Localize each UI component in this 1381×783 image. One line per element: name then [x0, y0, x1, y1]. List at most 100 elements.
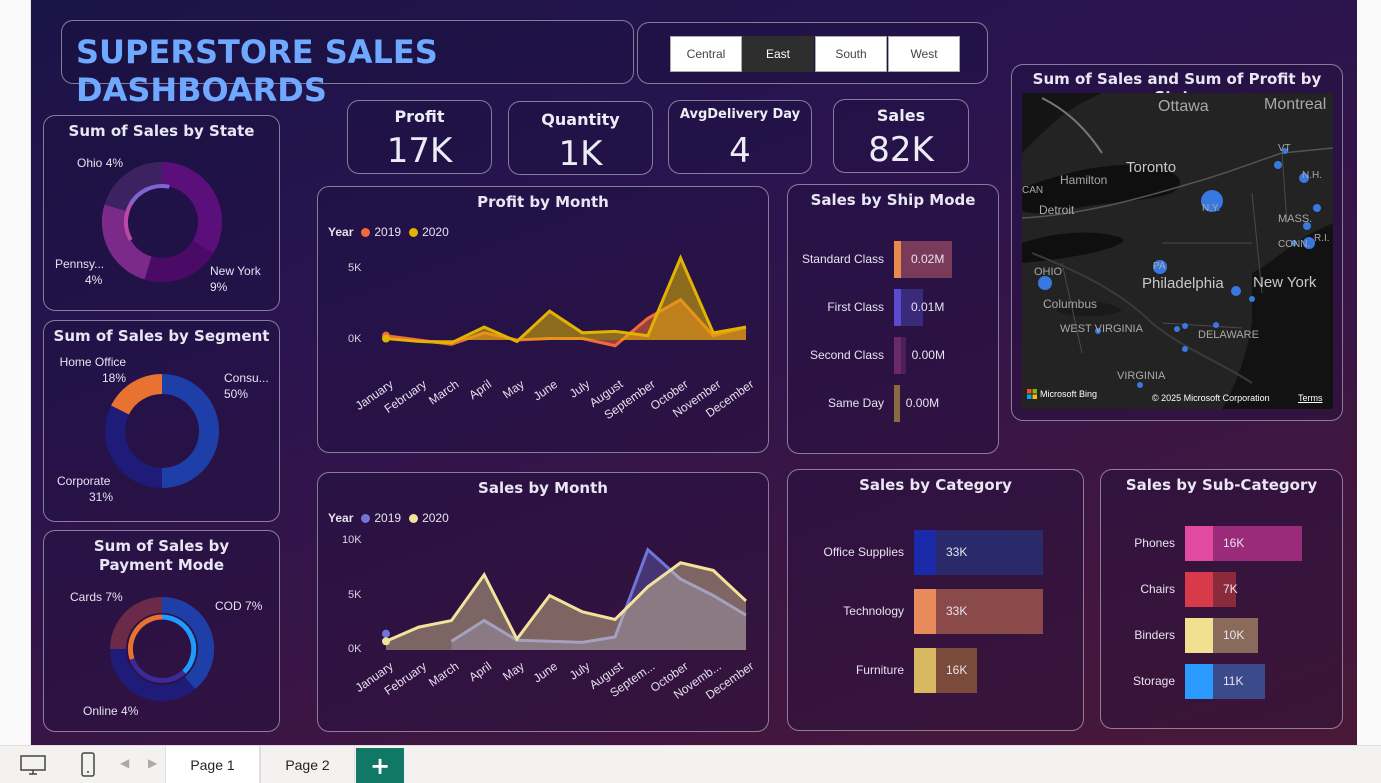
slicer-option-east[interactable]: East [742, 36, 814, 72]
bar-value-label: 33K [946, 544, 968, 559]
bar-category-label: Office Supplies [823, 544, 905, 559]
map-label-new-york: New York [1253, 274, 1317, 291]
chart-title: Sales by Ship Mode [810, 191, 976, 209]
map-label-ri: R.I. [1314, 233, 1330, 244]
bar-category-label: Phones [1134, 535, 1175, 550]
segment-label-consumer: Consu... 50% [224, 371, 269, 401]
sales-by-category-chart[interactable]: Sales by Category Office Supplies 33K Tech… [787, 469, 1084, 731]
kpi-title: Sales [876, 106, 926, 125]
kpi-title: AvgDelivery Day [679, 107, 801, 122]
desktop-view-button[interactable] [20, 754, 46, 780]
tab-page-2[interactable]: Page 2 [260, 746, 355, 783]
map-label-vt: VT [1278, 143, 1291, 154]
map-geography [1022, 93, 1333, 409]
map-label-toronto: Toronto [1126, 159, 1177, 176]
bar-accent [894, 385, 900, 422]
kpi-card-quantity[interactable]: Quantity 1K [508, 101, 653, 175]
sales-plot [382, 547, 748, 650]
bar-value-label: 16K [1223, 535, 1245, 550]
bar-accent [914, 648, 936, 693]
state-label-ohio: Ohio 4% [77, 156, 124, 170]
bar-accent [894, 337, 901, 374]
sales-by-subcategory-chart[interactable]: Sales by Sub-Category Phones 16K Chairs 7K B… [1100, 469, 1343, 729]
kpi-value: 1K [558, 134, 603, 174]
mobile-phone-icon [81, 752, 95, 777]
kpi-card-sales[interactable]: Sales 82K [833, 99, 969, 173]
page-tab-bar: ◀ ▶ Page 1 Page 2 + [0, 745, 1381, 783]
map-label-conn: CONN. [1278, 239, 1311, 250]
bar-category-label: First Class [827, 299, 884, 314]
slicer-option-central[interactable]: Central [670, 36, 742, 72]
bar-category-label: Technology [843, 603, 904, 618]
map-label-montreal: Montreal [1264, 96, 1327, 113]
microsoft-logo-icon [1027, 389, 1037, 399]
scroll-right-button[interactable]: ▶ [148, 756, 157, 770]
payment-label-online: Online 4% [83, 704, 139, 718]
desktop-monitor-icon [20, 755, 46, 775]
bar-value-label: 11K [1223, 673, 1244, 688]
mobile-view-button[interactable] [80, 752, 96, 782]
map-label-philadelphia: Philadelphia [1142, 275, 1224, 292]
state-label-pennsylvania: Pennsy... 4% [55, 257, 105, 287]
tab-page-1[interactable]: Page 1 [165, 746, 260, 783]
kpi-card-profit[interactable]: Profit 17K [347, 100, 492, 174]
series-2020-marker[interactable] [382, 637, 390, 646]
slicer-option-south[interactable]: South [815, 36, 887, 72]
map-label-mass: MASS. [1278, 213, 1313, 225]
profit-plot [382, 254, 747, 348]
canvas-left-gutter [0, 0, 31, 745]
bar-value-label: 0.00M [911, 347, 945, 362]
report-page: SUPERSTORE SALES DASHBOARDS Central East… [31, 0, 1357, 745]
bar-value-label: 0.01M [911, 299, 945, 314]
kpi-title: Profit [394, 107, 445, 126]
slicer-option-west[interactable]: West [888, 36, 960, 72]
region-slicer: Central East South West [637, 22, 988, 84]
kpi-value: 17K [386, 131, 453, 171]
profit-by-month-chart[interactable]: Profit by Month Year 2019 2020 5K 0K Jan… [317, 186, 769, 453]
bar-accent [1185, 526, 1213, 561]
bar-category-label: Standard Class [801, 251, 884, 266]
series-2019-marker[interactable] [382, 629, 390, 638]
segment-label-corporate: Corporate 31% [57, 474, 114, 504]
bar-accent [1185, 572, 1213, 607]
map-terms-link[interactable]: Terms [1298, 393, 1323, 403]
bar-value-label: 0.02M [911, 251, 945, 266]
sales-by-payment-chart[interactable]: Sum of Sales by Payment Mode Cards 7% CO… [43, 530, 280, 732]
kpi-value: 4 [729, 131, 751, 171]
series-2020-marker[interactable] [382, 334, 390, 343]
map-label-ny: N.Y. [1202, 203, 1221, 214]
map-label-hamilton: Hamilton [1060, 173, 1108, 187]
map-label-ohio: OHIO [1034, 266, 1063, 278]
sales-by-segment-chart[interactable]: Sum of Sales by Segment Home Office 18% C… [43, 320, 280, 522]
bar-accent [894, 289, 901, 326]
bar-category-label: Binders [1134, 627, 1175, 642]
page-title: SUPERSTORE SALES DASHBOARDS [76, 33, 438, 109]
title-panel: SUPERSTORE SALES DASHBOARDS [61, 20, 634, 109]
chevron-right-icon: ▶ [148, 756, 158, 770]
payment-label-cards: Cards 7% [70, 590, 123, 604]
sales-by-state-chart[interactable]: Sum of Sales by State Ohio 4% Pennsy... 4… [43, 115, 280, 311]
bar-category-label: Same Day [827, 395, 884, 410]
kpi-title: Quantity [541, 110, 620, 129]
map-copyright: © 2025 Microsoft Corporation [1152, 393, 1270, 403]
series-2020-area [386, 257, 746, 343]
map-label-nh: N.H. [1302, 170, 1322, 181]
scroll-left-button[interactable]: ◀ [120, 756, 129, 770]
sales-by-month-chart[interactable]: Sales by Month Year 2019 2020 10K 5K 0K … [317, 472, 769, 732]
report-canvas-area: SUPERSTORE SALES DASHBOARDS Central East… [0, 0, 1381, 745]
bar-value-label: 0.00M [905, 395, 940, 410]
bar-value-label: 10K [1223, 627, 1245, 642]
bar-value-label: 16K [946, 662, 968, 677]
kpi-card-avg-delivery[interactable]: AvgDelivery Day 4 [668, 100, 812, 174]
payment-label-cod: COD 7% [215, 599, 263, 613]
bar-category-label: Second Class [809, 347, 884, 362]
sales-by-ship-mode-chart[interactable]: Sales by Ship Mode Standard Class 0.02M Fi… [787, 184, 999, 454]
series-2020-area [386, 562, 746, 650]
map-canvas[interactable]: Ottawa Montreal Toronto Hamilton Detroit… [1022, 93, 1333, 409]
map-label-columbus: Columbus [1043, 297, 1098, 311]
sales-profit-map[interactable]: Sum of Sales and Sum of Profit by State [1011, 64, 1343, 421]
bar-category-label: Chairs [1140, 581, 1175, 596]
add-page-button[interactable]: + [356, 748, 404, 783]
chevron-left-icon: ◀ [120, 756, 130, 770]
bar-accent [1185, 618, 1213, 653]
